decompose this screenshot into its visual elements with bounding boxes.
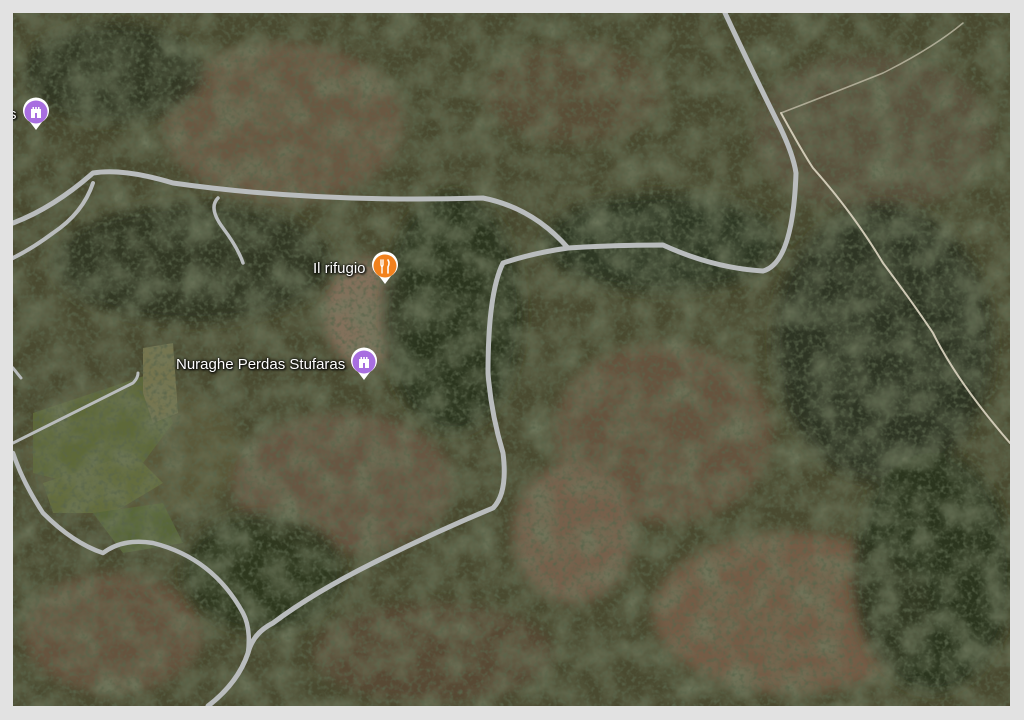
castle-icon [21,97,51,131]
satellite-imagery [13,13,1010,706]
poi-label: Nuraghe Perdas Stufaras [176,355,346,373]
poi-label: Il rifugio [313,259,366,277]
satellite-map[interactable]: Il rifugio Nuraghe Perdas Stufaras [13,13,1010,706]
poi-partial-left[interactable]: s [13,97,51,131]
poi-nuraghe-perdas-stufaras[interactable]: Nuraghe Perdas Stufaras [176,347,379,381]
fork-knife-icon [370,251,400,285]
castle-icon [349,347,379,381]
map-frame: Il rifugio Nuraghe Perdas Stufaras [0,0,1024,720]
poi-il-rifugio[interactable]: Il rifugio [313,251,400,285]
poi-label: s [13,106,17,123]
